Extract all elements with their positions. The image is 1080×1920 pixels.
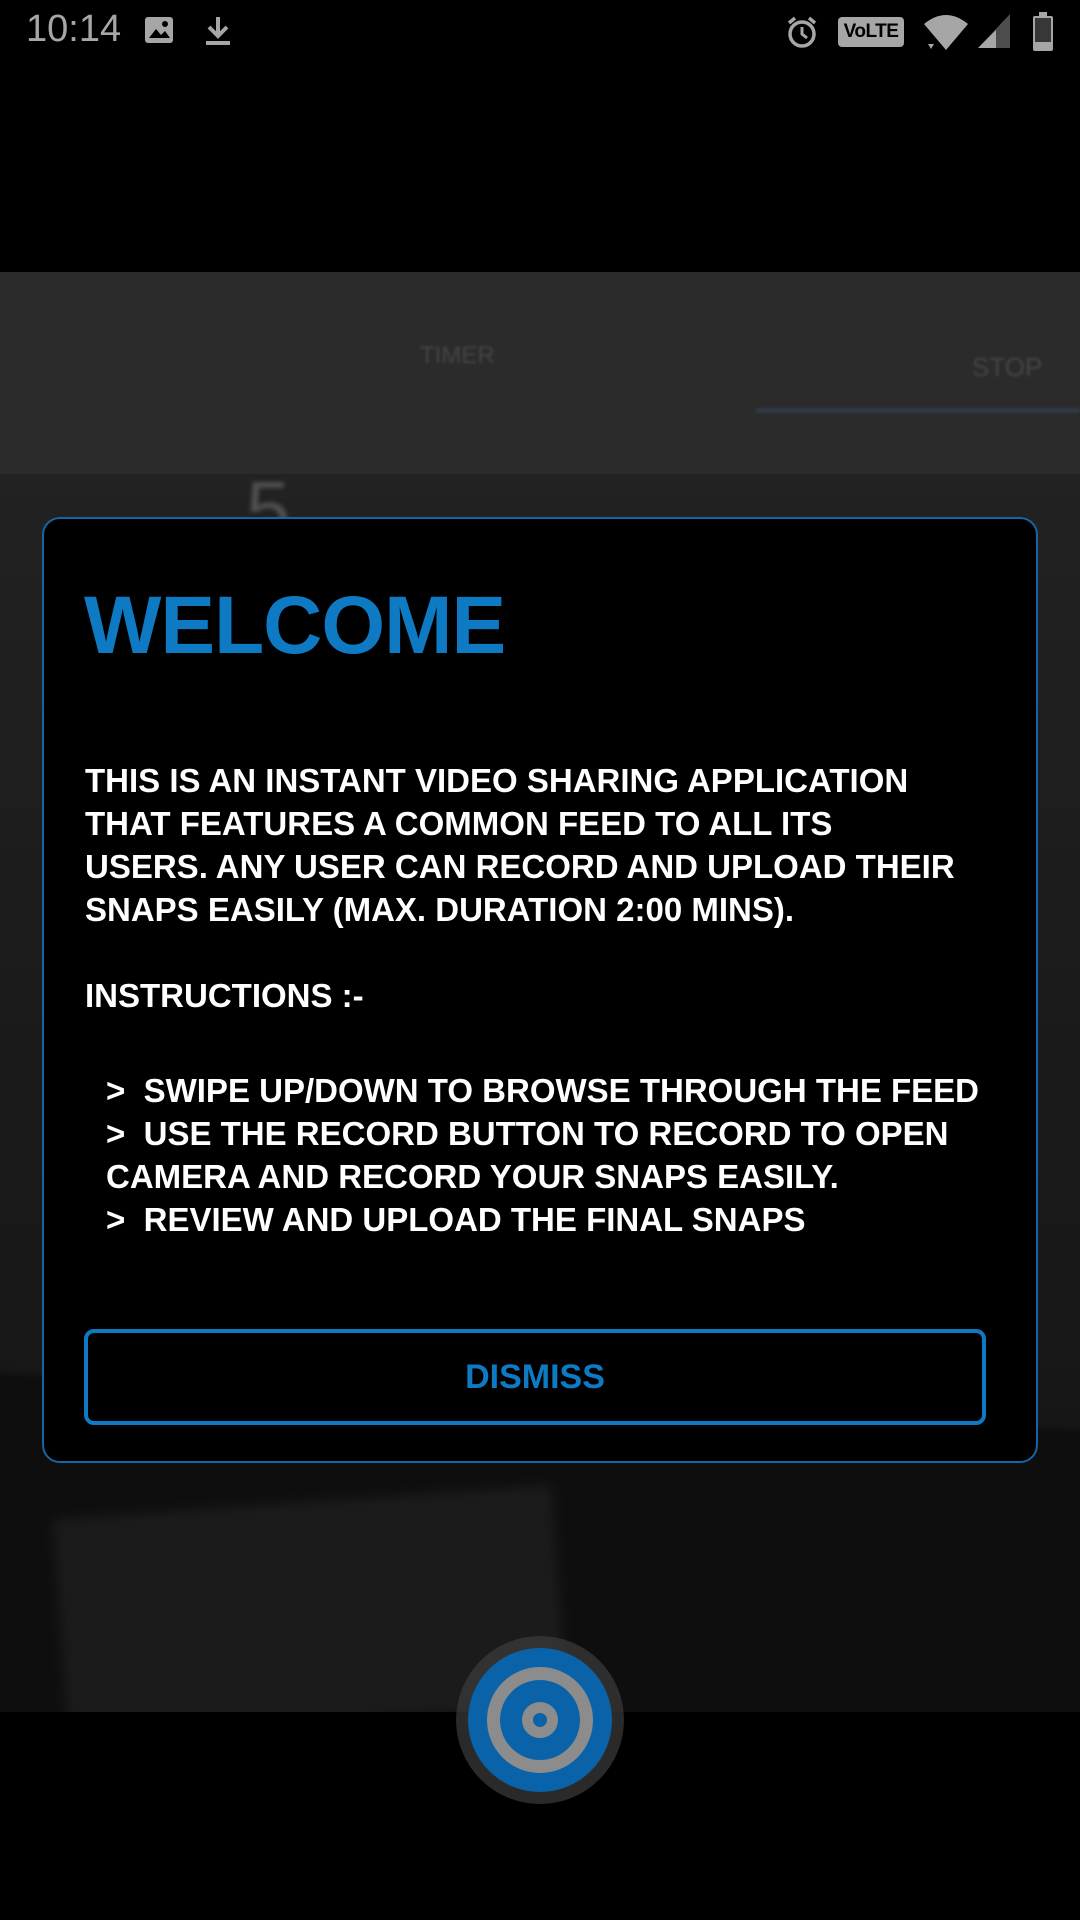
record-button[interactable] <box>456 1636 624 1804</box>
dismiss-button[interactable]: DISMISS <box>84 1329 986 1425</box>
dialog-description: THIS IS AN INSTANT VIDEO SHARING APPLICA… <box>85 762 955 928</box>
dialog-title: WELCOME <box>84 580 506 671</box>
welcome-dialog: WELCOME THIS IS AN INSTANT VIDEO SHARING… <box>42 517 1038 1463</box>
instructions-list: > SWIPE UP/DOWN TO BROWSE THROUGH THE FE… <box>106 1072 980 1238</box>
instructions-heading: INSTRUCTIONS :- <box>85 977 364 1014</box>
record-icon <box>468 1648 612 1792</box>
record-dot <box>522 1702 558 1738</box>
